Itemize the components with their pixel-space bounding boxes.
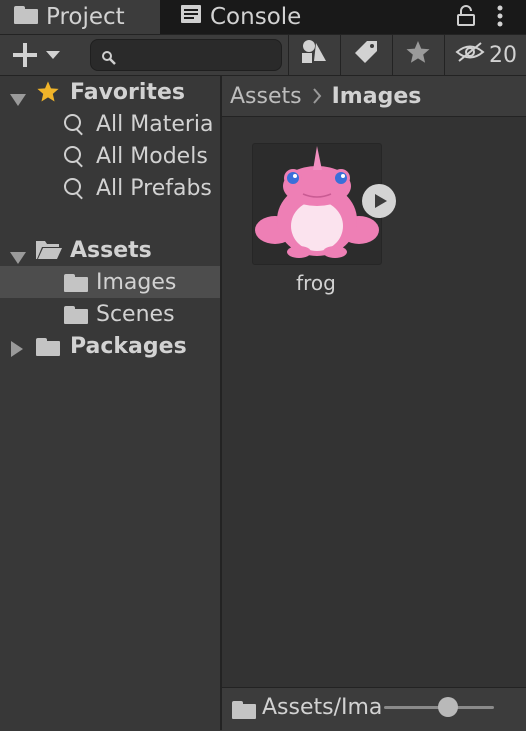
search-icon xyxy=(64,114,86,142)
status-bar: Assets/Ima xyxy=(222,687,526,731)
toolbar: 20 xyxy=(0,34,526,76)
favorites-filter-button[interactable] xyxy=(392,35,443,75)
more-options-icon[interactable] xyxy=(490,4,510,36)
tree-label-assets: Assets xyxy=(70,237,152,263)
folder-icon xyxy=(64,273,88,298)
breadcrumb-assets[interactable]: Assets xyxy=(230,84,302,109)
play-button[interactable] xyxy=(362,184,396,218)
folder-icon xyxy=(64,305,88,330)
hidden-count: 20 xyxy=(489,42,517,68)
tree-label-scenes: Scenes xyxy=(96,301,175,327)
lock-icon[interactable] xyxy=(456,5,476,33)
search-icon xyxy=(64,146,86,174)
tree-label-all-materials: All Materia xyxy=(96,111,214,137)
tab-project[interactable]: Project xyxy=(0,0,160,34)
slider-thumb[interactable] xyxy=(438,697,458,717)
tree-item-all-models[interactable]: All Models xyxy=(0,140,220,172)
tree-item-scenes[interactable]: Scenes xyxy=(0,298,220,330)
plus-icon[interactable] xyxy=(12,42,64,74)
folder-icon xyxy=(36,337,60,362)
tree-item-favorites[interactable]: Favorites xyxy=(0,76,220,108)
tab-project-label: Project xyxy=(46,4,125,30)
search-icon xyxy=(101,47,117,72)
folder-icon xyxy=(14,5,38,30)
tree-label-images: Images xyxy=(96,269,177,295)
tag-icon xyxy=(353,39,379,71)
search-input[interactable] xyxy=(90,39,282,71)
filter-by-type-button[interactable] xyxy=(288,35,339,75)
folder-icon xyxy=(232,700,256,725)
asset-grid: frog xyxy=(222,117,526,687)
filter-by-label-button[interactable] xyxy=(340,35,391,75)
star-icon xyxy=(36,80,60,109)
eye-hidden-icon xyxy=(455,41,485,69)
breadcrumb-images[interactable]: Images xyxy=(332,84,422,109)
breadcrumb: Assets Images xyxy=(222,76,526,117)
folder-open-icon xyxy=(35,240,63,266)
icon-size-slider[interactable] xyxy=(384,697,494,717)
selected-path: Assets/Ima xyxy=(262,695,382,720)
frog-sprite-icon xyxy=(253,144,381,270)
tab-console[interactable]: Console xyxy=(162,0,362,34)
play-icon xyxy=(374,193,388,209)
star-icon xyxy=(405,40,431,70)
tree-item-all-materials[interactable]: All Materia xyxy=(0,108,220,140)
tree-label-all-prefabs: All Prefabs xyxy=(96,175,212,201)
tab-bar: Project Console xyxy=(0,0,526,34)
collapse-arrow-icon[interactable] xyxy=(11,338,23,363)
project-tree: Favorites All Materia All Models All Pre… xyxy=(0,76,222,730)
tab-console-label: Console xyxy=(210,4,302,30)
chevron-right-icon xyxy=(312,88,322,104)
tree-item-images[interactable]: Images xyxy=(0,266,220,298)
shapes-icon xyxy=(300,39,328,71)
console-icon xyxy=(180,4,202,30)
tree-item-packages[interactable]: Packages xyxy=(0,330,220,362)
tree-item-assets[interactable]: Assets xyxy=(0,234,220,266)
hidden-packages-toggle[interactable]: 20 xyxy=(444,35,526,75)
asset-name: frog xyxy=(296,271,336,295)
tree-item-all-prefabs[interactable]: All Prefabs xyxy=(0,172,220,204)
search-icon xyxy=(64,178,86,206)
tree-label-favorites: Favorites xyxy=(70,79,185,105)
tree-label-all-models: All Models xyxy=(96,143,208,169)
tree-label-packages: Packages xyxy=(70,333,187,359)
